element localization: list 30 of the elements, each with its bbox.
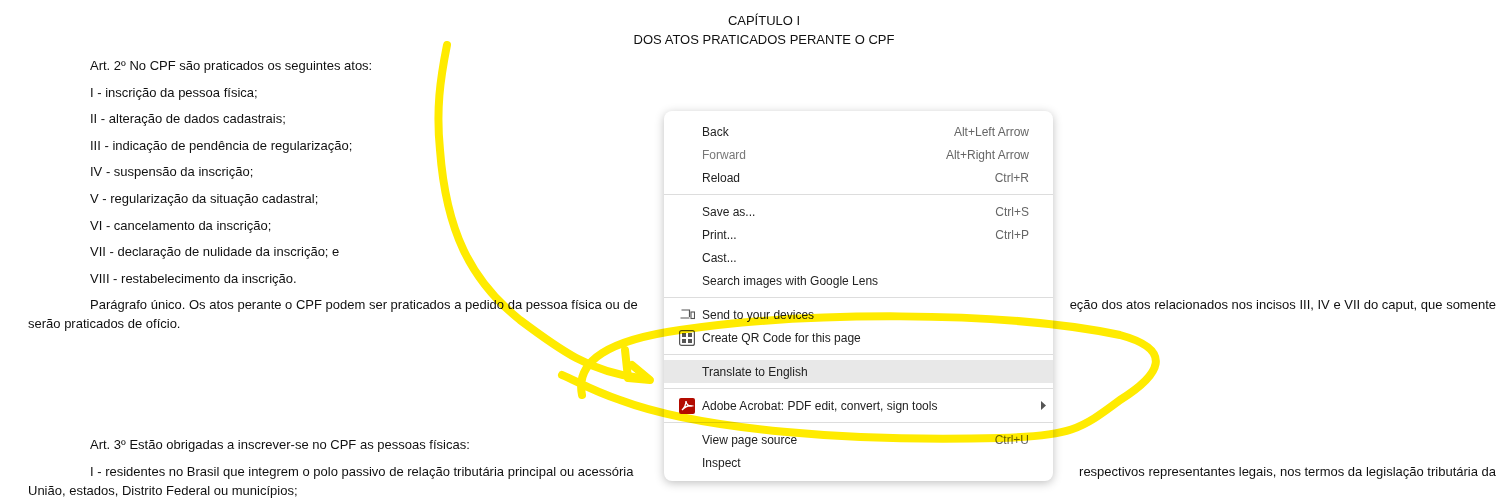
menu-item[interactable]: Adobe Acrobat: PDF edit, convert, sign tools bbox=[664, 394, 1053, 417]
paragraph: VIII - restabelecimento da inscrição. bbox=[90, 270, 297, 286]
menu-item[interactable]: Translate to English bbox=[664, 360, 1053, 383]
chapter-heading: DOS ATOS PRATICADOS PERANTE O CPF bbox=[632, 31, 896, 49]
paragraph: V - regularização da situação cadastral; bbox=[90, 190, 319, 206]
chapter-heading: CAPÍTULO I bbox=[726, 12, 802, 30]
paragraph: Art. 2º No CPF são praticados os seguintes atos: bbox=[90, 58, 373, 73]
paragraph: VI - cancelamento da inscrição; bbox=[90, 217, 272, 233]
menu-item[interactable]: Print... Ctrl+P bbox=[664, 223, 1053, 246]
paragraph-fragment: serão praticados de ofício. bbox=[28, 316, 181, 332]
menu-item[interactable]: Inspect bbox=[664, 451, 1053, 474]
menu-item[interactable]: Cast... bbox=[664, 246, 1053, 269]
paragraph-fragment: respectivos representantes legais, nos termos da legislação tributária da bbox=[1079, 462, 1496, 481]
paragraph: III - indicação de pendência de regularização; bbox=[90, 137, 353, 153]
paragraph: IV - suspensão da inscrição; bbox=[90, 164, 254, 180]
menu-item[interactable]: Create QR Code for this page bbox=[664, 326, 1053, 349]
paragraph: Art. 3º Estão obrigadas a inscrever-se no CPF as pessoas físicas: bbox=[90, 437, 470, 453]
acrobat-icon bbox=[679, 397, 695, 414]
paragraph: II - alteração de dados cadastrais; bbox=[90, 111, 286, 127]
menu-item[interactable]: Search images with Google Lens bbox=[664, 269, 1053, 292]
paragraph-fragment: I - residentes no Brasil que integrem o polo passivo de relação tributária principal ou acessória bbox=[90, 462, 634, 481]
paragraph: I - inscrição da pessoa física; bbox=[90, 84, 258, 100]
menu-item[interactable]: Save as... Ctrl+S bbox=[664, 200, 1053, 223]
paragraph: VII - declaração de nulidade da inscrição; e bbox=[90, 244, 340, 260]
paragraph-fragment: eção dos atos relacionados nos incisos III, IV e VII do caput, que somente bbox=[1069, 296, 1496, 315]
menu-item[interactable]: Reload Ctrl+R bbox=[664, 166, 1053, 189]
paragraph-fragment: União, estados, Distrito Federal ou municípios; bbox=[28, 482, 298, 498]
qr-code-icon bbox=[679, 329, 695, 346]
menu-item[interactable]: Back Alt+Left Arrow bbox=[664, 120, 1053, 143]
devices-icon bbox=[679, 309, 695, 320]
